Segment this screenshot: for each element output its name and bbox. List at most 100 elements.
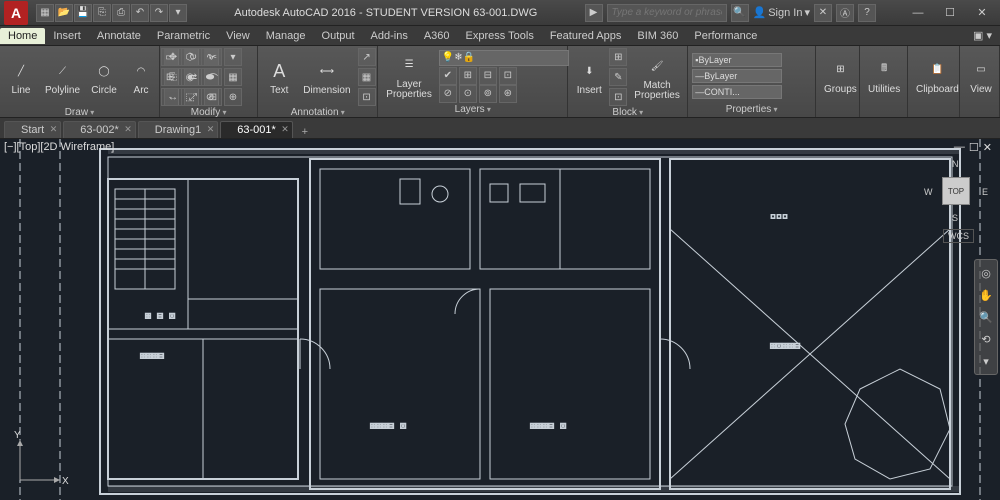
panel-title[interactable]: Layers bbox=[382, 103, 563, 115]
array-icon[interactable]: ⊞ bbox=[204, 88, 222, 106]
layer-tool-icon[interactable]: ⊛ bbox=[499, 85, 517, 103]
viewcube-face[interactable]: TOP bbox=[942, 177, 970, 205]
lineweight-dropdown[interactable]: — CONTI... bbox=[692, 85, 782, 99]
trim-icon[interactable]: ✂ bbox=[204, 48, 222, 66]
qat-plot-icon[interactable]: ⎙ bbox=[112, 4, 130, 22]
modify-icon[interactable]: ⊕ bbox=[224, 88, 242, 106]
viewcube-s[interactable]: S bbox=[952, 213, 958, 223]
block-tool-icon[interactable]: ⊞ bbox=[609, 48, 627, 66]
panel-title[interactable]: Block bbox=[572, 106, 683, 118]
menu-tab-a360[interactable]: A360 bbox=[416, 28, 458, 44]
layer-tool-icon[interactable]: ⊞ bbox=[459, 67, 477, 85]
menu-tab-add-ins[interactable]: Add-ins bbox=[363, 28, 416, 44]
nav-pan-icon[interactable]: ✋ bbox=[977, 286, 995, 304]
menu-tab-manage[interactable]: Manage bbox=[258, 28, 314, 44]
modify-icon[interactable]: ▾ bbox=[224, 48, 242, 66]
nav-orbit-icon[interactable]: ⟲ bbox=[977, 330, 995, 348]
move-icon[interactable]: ✥ bbox=[164, 48, 182, 66]
viewcube-n[interactable]: N bbox=[952, 159, 959, 169]
help-icon[interactable]: ? bbox=[858, 4, 876, 22]
arc-button[interactable]: ◠Arc bbox=[124, 56, 158, 98]
panel-title[interactable]: Modify bbox=[164, 106, 253, 118]
qat-new-icon[interactable]: ▦ bbox=[36, 4, 54, 22]
copy-icon[interactable]: ⎘ bbox=[164, 68, 182, 86]
a360-icon[interactable]: Ⓐ bbox=[836, 4, 854, 22]
fillet-icon[interactable]: ⌒ bbox=[204, 68, 222, 86]
layer-tool-icon[interactable]: ✔ bbox=[439, 67, 457, 85]
table-icon[interactable]: ▦ bbox=[358, 68, 376, 86]
groups-button[interactable]: ⊞Groups bbox=[820, 55, 861, 97]
leader-icon[interactable]: ↗ bbox=[358, 48, 376, 66]
view-button[interactable]: ▭View bbox=[964, 55, 998, 97]
sign-in-button[interactable]: 👤 Sign In ▾ bbox=[753, 6, 810, 19]
nav-zoom-icon[interactable]: 🔍 bbox=[977, 308, 995, 326]
text-button[interactable]: AText bbox=[262, 56, 296, 98]
utilities-button[interactable]: 🖩Utilities bbox=[864, 55, 904, 97]
vp-close-icon[interactable]: ✕ bbox=[983, 141, 992, 154]
close-tab-icon[interactable]: ✕ bbox=[207, 124, 215, 135]
mirror-icon[interactable]: ⇄ bbox=[184, 68, 202, 86]
dimension-button[interactable]: ⟷Dimension bbox=[299, 56, 354, 98]
insert-button[interactable]: ⬇Insert bbox=[572, 56, 606, 98]
view-cube[interactable]: N E S W TOP bbox=[924, 159, 988, 223]
clipboard-button[interactable]: 📋Clipboard bbox=[912, 55, 963, 97]
exchange-icon[interactable]: ✕ bbox=[814, 4, 832, 22]
scale-icon[interactable]: ⤢ bbox=[184, 88, 202, 106]
close-tab-icon[interactable]: ✕ bbox=[281, 124, 289, 135]
modify-icon[interactable]: ▦ bbox=[224, 68, 242, 86]
layer-tool-icon[interactable]: ⊙ bbox=[459, 85, 477, 103]
file-tab[interactable]: Start✕ bbox=[4, 121, 61, 138]
linetype-dropdown[interactable]: — ByLayer bbox=[692, 69, 782, 83]
file-tab[interactable]: 63-002*✕ bbox=[63, 121, 136, 138]
app-logo[interactable]: A bbox=[4, 1, 28, 25]
close-tab-icon[interactable]: ✕ bbox=[50, 124, 58, 135]
minimize-button[interactable]: — bbox=[904, 3, 932, 23]
line-button[interactable]: ╱Line bbox=[4, 56, 38, 98]
layer-dropdown[interactable]: 💡❄🔒 bbox=[439, 50, 569, 66]
menu-tab-performance[interactable]: Performance bbox=[686, 28, 765, 44]
new-tab-button[interactable]: + bbox=[295, 126, 315, 138]
menu-tab-express-tools[interactable]: Express Tools bbox=[458, 28, 542, 44]
match-properties-button[interactable]: 🖌Match Properties bbox=[630, 51, 684, 103]
viewcube-w[interactable]: W bbox=[924, 187, 933, 197]
maximize-button[interactable]: ☐ bbox=[936, 3, 964, 23]
nav-showmotion-icon[interactable]: ▾ bbox=[977, 352, 995, 370]
menu-tab-annotate[interactable]: Annotate bbox=[89, 28, 149, 44]
rotate-icon[interactable]: ↻ bbox=[184, 48, 202, 66]
layer-tool-icon[interactable]: ⊟ bbox=[479, 67, 497, 85]
menu-tab-output[interactable]: Output bbox=[314, 28, 363, 44]
viewport-label[interactable]: [−][Top][2D Wireframe] bbox=[4, 141, 114, 153]
circle-button[interactable]: ◯Circle bbox=[87, 56, 121, 98]
menu-tab-featured-apps[interactable]: Featured Apps bbox=[542, 28, 630, 44]
panel-title[interactable]: Properties bbox=[692, 103, 811, 115]
file-tab[interactable]: Drawing1✕ bbox=[138, 121, 218, 138]
qat-dropdown-icon[interactable]: ▾ bbox=[169, 4, 187, 22]
search-input[interactable] bbox=[607, 4, 727, 22]
viewcube-e[interactable]: E bbox=[982, 187, 988, 197]
qat-undo-icon[interactable]: ↶ bbox=[131, 4, 149, 22]
layer-tool-icon[interactable]: ⊘ bbox=[439, 85, 457, 103]
search-icon[interactable]: 🔍 bbox=[731, 4, 749, 22]
color-dropdown[interactable]: ▪ ByLayer bbox=[692, 53, 782, 67]
layer-tool-icon[interactable]: ⊚ bbox=[479, 85, 497, 103]
layer-properties-button[interactable]: ☰Layer Properties bbox=[382, 50, 436, 102]
vp-minimize-icon[interactable]: — bbox=[954, 141, 965, 154]
menu-tab-bim-360[interactable]: BIM 360 bbox=[629, 28, 686, 44]
qat-saveas-icon[interactable]: ⎘ bbox=[93, 4, 111, 22]
wcs-label[interactable]: WCS bbox=[943, 229, 974, 243]
panel-title[interactable]: Annotation bbox=[262, 106, 373, 118]
vp-restore-icon[interactable]: ☐ bbox=[969, 141, 979, 154]
nav-wheel-icon[interactable]: ◎ bbox=[977, 264, 995, 282]
file-tab[interactable]: 63-001*✕ bbox=[220, 121, 293, 138]
annot-icon[interactable]: ⊡ bbox=[358, 88, 376, 106]
ucs-icon[interactable]: X Y bbox=[10, 430, 70, 490]
polyline-button[interactable]: ⟋Polyline bbox=[41, 56, 84, 98]
drawing-canvas[interactable]: [−][Top][2D Wireframe] — ☐ ✕ N E S W TOP… bbox=[0, 139, 1000, 500]
qat-open-icon[interactable]: 📂 bbox=[55, 4, 73, 22]
block-tool-icon[interactable]: ⊡ bbox=[609, 88, 627, 106]
menu-tab-home[interactable]: Home bbox=[0, 28, 45, 44]
ribbon-collapse-icon[interactable]: ▣ ▾ bbox=[965, 27, 1000, 44]
menu-tab-insert[interactable]: Insert bbox=[45, 28, 89, 44]
stretch-icon[interactable]: ↔ bbox=[164, 88, 182, 106]
close-button[interactable]: ✕ bbox=[968, 3, 996, 23]
